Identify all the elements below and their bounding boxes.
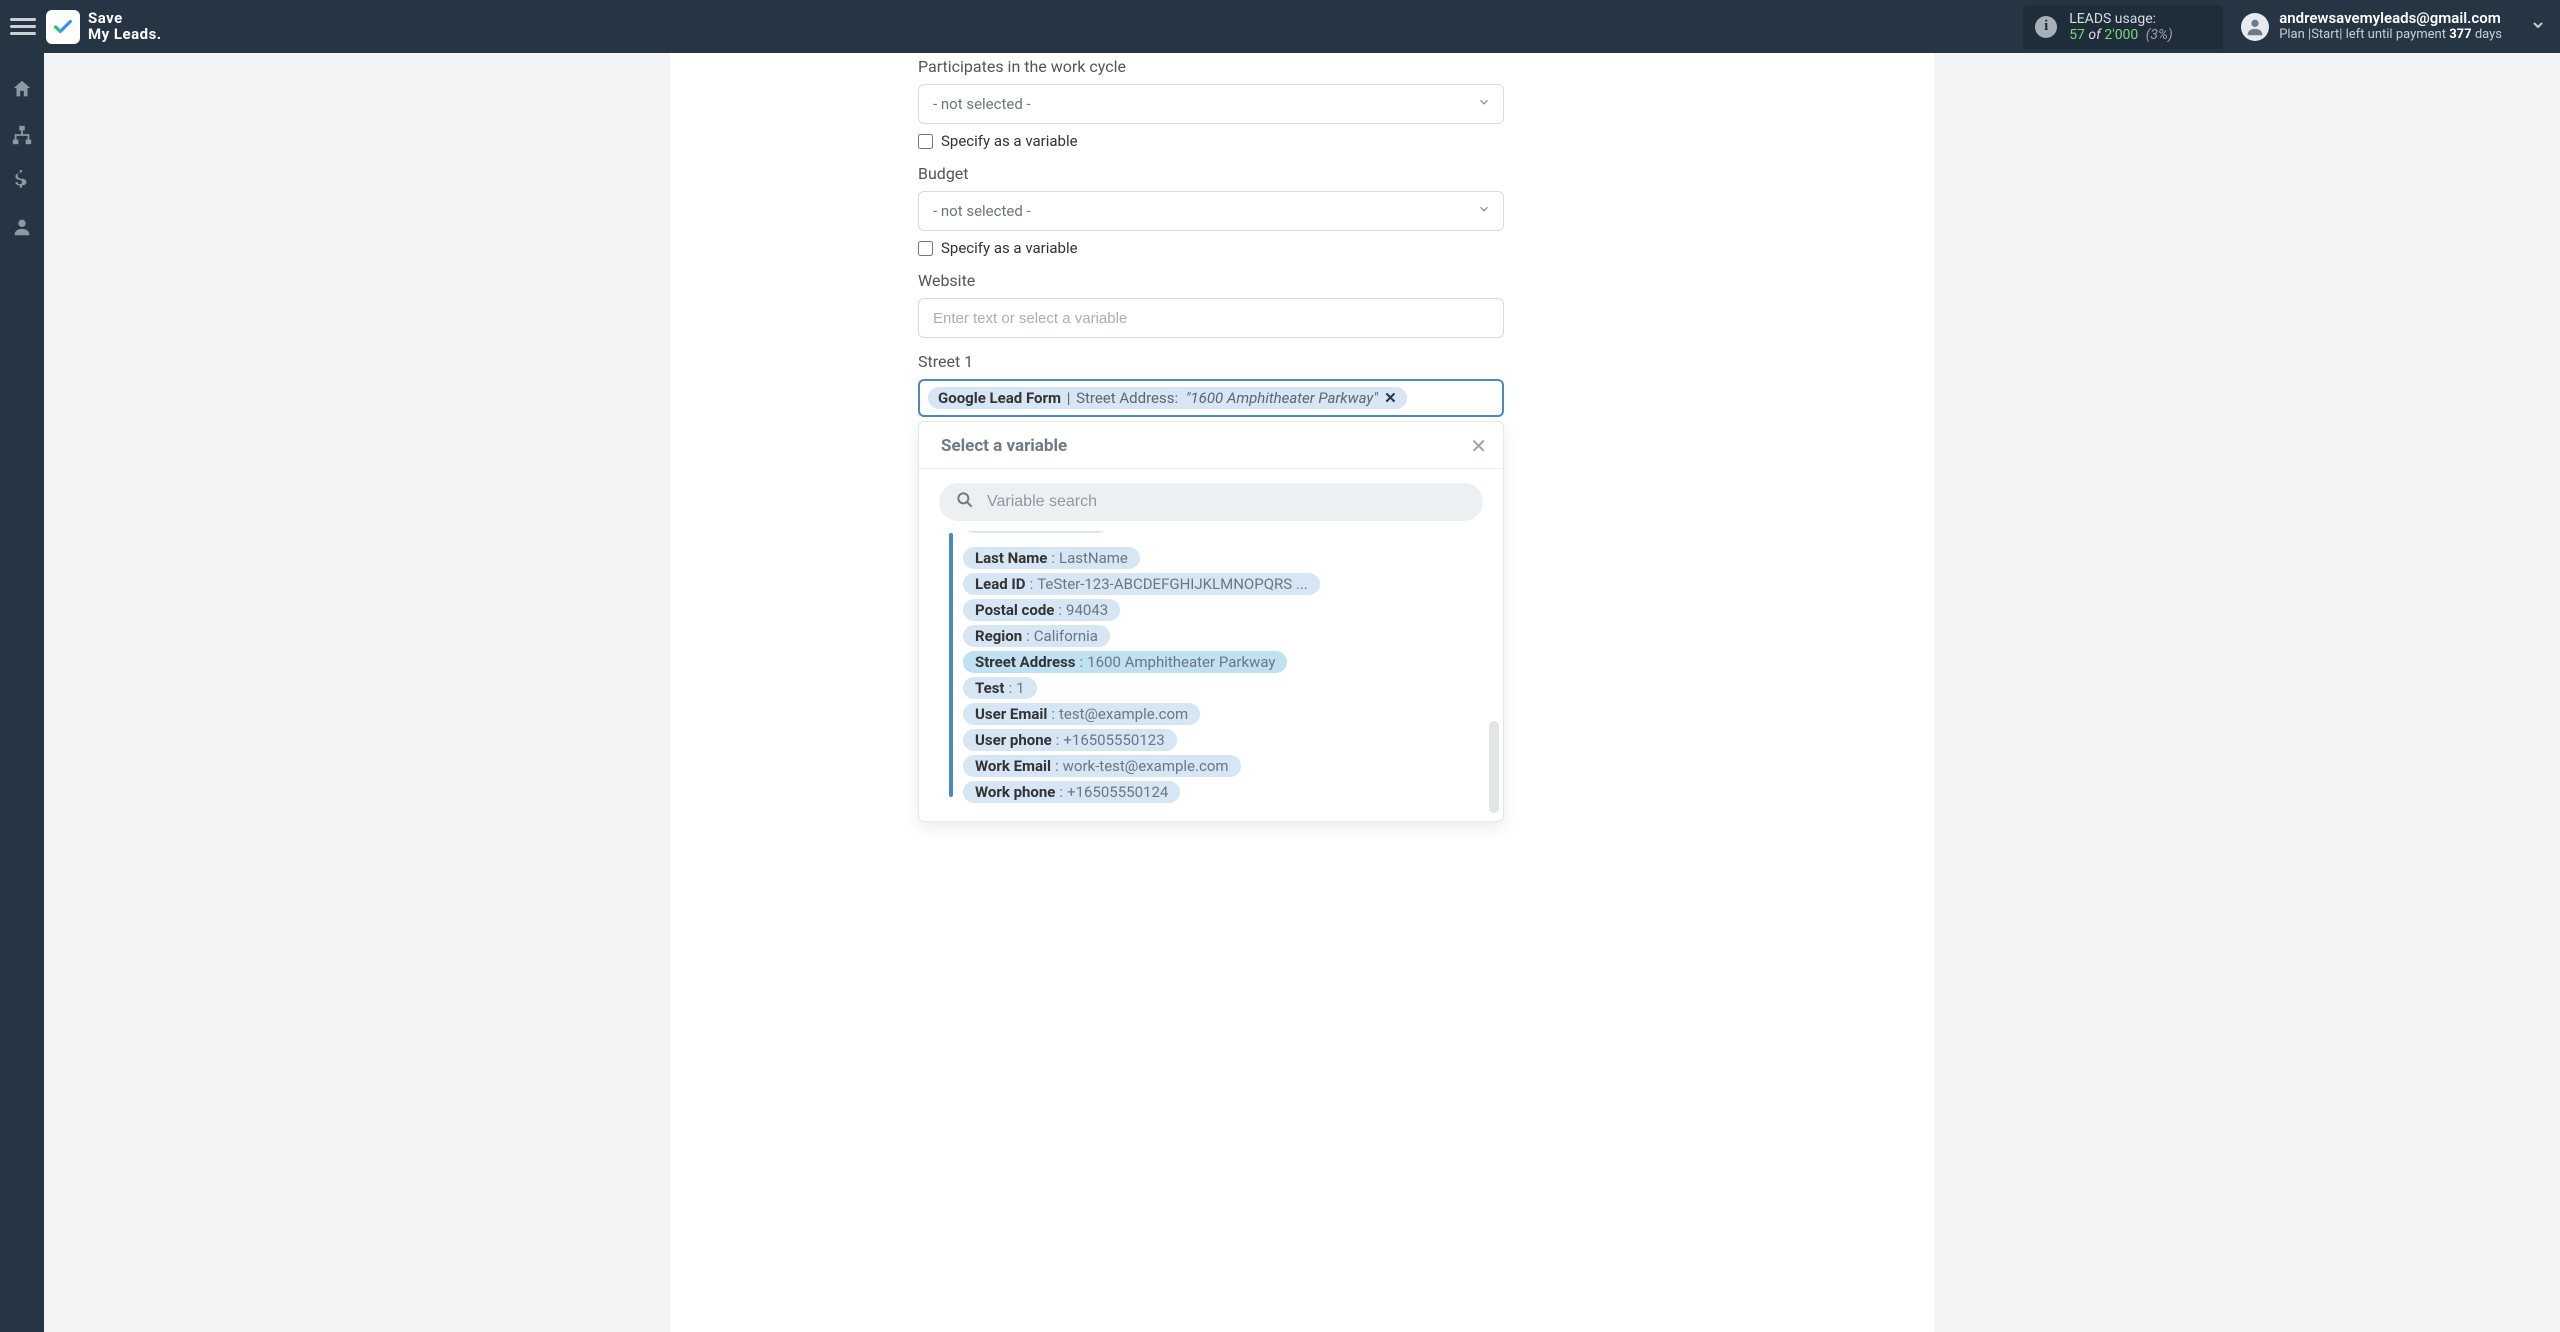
dropdown-title: Select a variable <box>941 436 1067 456</box>
variable-name: Last Name <box>975 549 1047 567</box>
account-text: andrewsavemyleads@gmail.com Plan |Start|… <box>2279 10 2502 42</box>
variable-option[interactable]: User Email:test@example.com <box>963 703 1200 725</box>
variable-option[interactable]: Test:1 <box>963 677 1037 699</box>
website-input[interactable] <box>933 310 1489 327</box>
variable-option[interactable]: Postal code:94043 <box>963 599 1120 621</box>
variable-value: 1600 Amphitheater Parkway <box>1087 653 1275 671</box>
variable-name: Test <box>975 679 1005 697</box>
variable-option[interactable]: Lead ID:TeSter-123-ABCDEFGHIJKLMNOPQRS .… <box>963 573 1320 595</box>
variable-option[interactable]: User phone:+16505550123 <box>963 729 1177 751</box>
variable-name: Street Address <box>975 653 1076 671</box>
street1-input[interactable]: Google Lead Form | Street Address: "1600… <box>918 379 1504 417</box>
colon: : <box>1051 549 1055 567</box>
variable-name: Work phone <box>975 783 1055 801</box>
variable-value: +16505550123 <box>1063 731 1164 749</box>
variable-value: +16505550124 <box>1067 783 1168 801</box>
account-email: andrewsavemyleads@gmail.com <box>2279 10 2502 27</box>
account-plan: Plan |Start| left until payment 377 days <box>2279 28 2502 43</box>
colon: : <box>1055 757 1059 775</box>
brand-logo-icon <box>46 10 80 44</box>
leads-percent: (3%) <box>2146 27 2173 43</box>
variable-list: JobTitle:JobTitleLast Name:LastNameLead … <box>919 531 1503 821</box>
chevron-down-icon <box>1477 202 1491 220</box>
home-icon[interactable] <box>10 77 34 101</box>
token-value: "1600 Amphitheater Parkway" <box>1186 389 1378 407</box>
leads-current: 57 <box>2069 27 2085 43</box>
variable-option[interactable]: Work phone:+16505550124 <box>963 781 1180 803</box>
sitemap-icon[interactable] <box>10 123 34 147</box>
list-rail <box>949 533 953 797</box>
budget-select[interactable]: - not selected - <box>918 191 1504 231</box>
street1-label: Street 1 <box>918 352 1504 371</box>
street1-token[interactable]: Google Lead Form | Street Address: "1600… <box>928 387 1407 409</box>
variable-option[interactable]: Last Name:LastName <box>963 547 1140 569</box>
token-field-name: Street Address: <box>1076 389 1178 407</box>
colon: : <box>1051 705 1055 723</box>
search-icon <box>955 490 975 514</box>
account-menu[interactable]: andrewsavemyleads@gmail.com Plan |Start|… <box>2241 10 2546 42</box>
variable-value: California <box>1034 627 1098 645</box>
colon: : <box>1030 575 1034 593</box>
chevron-down-icon <box>2530 17 2546 37</box>
participates-select[interactable]: - not selected - <box>918 84 1504 124</box>
variable-name: User phone <box>975 731 1052 749</box>
variable-dropdown: Select a variable ✕ JobTitle:JobTitle Las… <box>918 421 1504 822</box>
colon: : <box>1009 679 1013 697</box>
budget-label: Budget <box>918 164 1504 183</box>
colon: : <box>1059 783 1063 801</box>
variable-name: Region <box>975 627 1022 645</box>
scrollbar-thumb[interactable] <box>1489 721 1499 813</box>
colon: : <box>1080 653 1084 671</box>
variable-name: Postal code <box>975 601 1054 619</box>
brand-name: Save My Leads. <box>88 11 162 43</box>
participates-variable-toggle[interactable]: Specify as a variable <box>918 132 1504 150</box>
user-avatar-icon <box>2241 13 2269 41</box>
billing-icon[interactable] <box>10 169 34 193</box>
token-source: Google Lead Form <box>938 389 1061 407</box>
variable-name: User Email <box>975 705 1047 723</box>
variable-value: TeSter-123-ABCDEFGHIJKLMNOPQRS ... <box>1037 575 1308 593</box>
leads-total: 2'000 <box>2104 27 2138 43</box>
website-input-wrap[interactable] <box>918 298 1504 338</box>
colon: : <box>1026 627 1030 645</box>
participates-chk-label: Specify as a variable <box>941 132 1078 150</box>
close-icon[interactable]: ✕ <box>1470 434 1487 458</box>
participates-checkbox[interactable] <box>918 134 933 149</box>
variable-name: Lead ID <box>975 575 1026 593</box>
info-icon: i <box>2035 16 2057 38</box>
variable-value: work-test@example.com <box>1063 757 1229 775</box>
variable-search-wrap[interactable] <box>939 483 1483 521</box>
chevron-down-icon <box>1477 95 1491 113</box>
token-remove-icon[interactable]: ✕ <box>1384 389 1397 407</box>
colon: : <box>1056 731 1060 749</box>
variable-search-input[interactable] <box>987 493 1467 511</box>
leads-of: of <box>2088 27 2100 43</box>
variable-option[interactable]: Work Email:work-test@example.com <box>963 755 1241 777</box>
leads-usage-title: LEADS usage: <box>2069 11 2205 27</box>
variable-value: 94043 <box>1066 601 1108 619</box>
menu-toggle[interactable] <box>10 14 36 40</box>
budget-variable-toggle[interactable]: Specify as a variable <box>918 239 1504 257</box>
app-header: Save My Leads. i LEADS usage: 57 of 2'00… <box>0 0 2560 53</box>
variable-value: 1 <box>1016 679 1024 697</box>
participates-value: - not selected - <box>933 95 1031 113</box>
leads-usage-values: 57 of 2'000 (3%) <box>2069 27 2205 43</box>
variable-option[interactable]: Street Address:1600 Amphitheater Parkway <box>963 651 1287 673</box>
sidebar <box>0 53 44 1332</box>
leads-usage-box: i LEADS usage: 57 of 2'000 (3%) <box>2023 5 2223 49</box>
budget-value: - not selected - <box>933 202 1031 220</box>
variable-option[interactable]: Region:California <box>963 625 1110 647</box>
colon: : <box>1058 601 1062 619</box>
token-sep: | <box>1063 389 1074 407</box>
budget-checkbox[interactable] <box>918 241 933 256</box>
website-label: Website <box>918 271 1504 290</box>
variable-value: test@example.com <box>1059 705 1188 723</box>
variable-value: LastName <box>1059 549 1128 567</box>
variable-option[interactable]: JobTitle:JobTitle <box>963 531 1109 533</box>
budget-chk-label: Specify as a variable <box>941 239 1078 257</box>
participates-label: Participates in the work cycle <box>918 57 1504 76</box>
profile-icon[interactable] <box>10 215 34 239</box>
form-card: Participates in the work cycle - not sel… <box>670 53 1934 1332</box>
variable-name: Work Email <box>975 757 1051 775</box>
